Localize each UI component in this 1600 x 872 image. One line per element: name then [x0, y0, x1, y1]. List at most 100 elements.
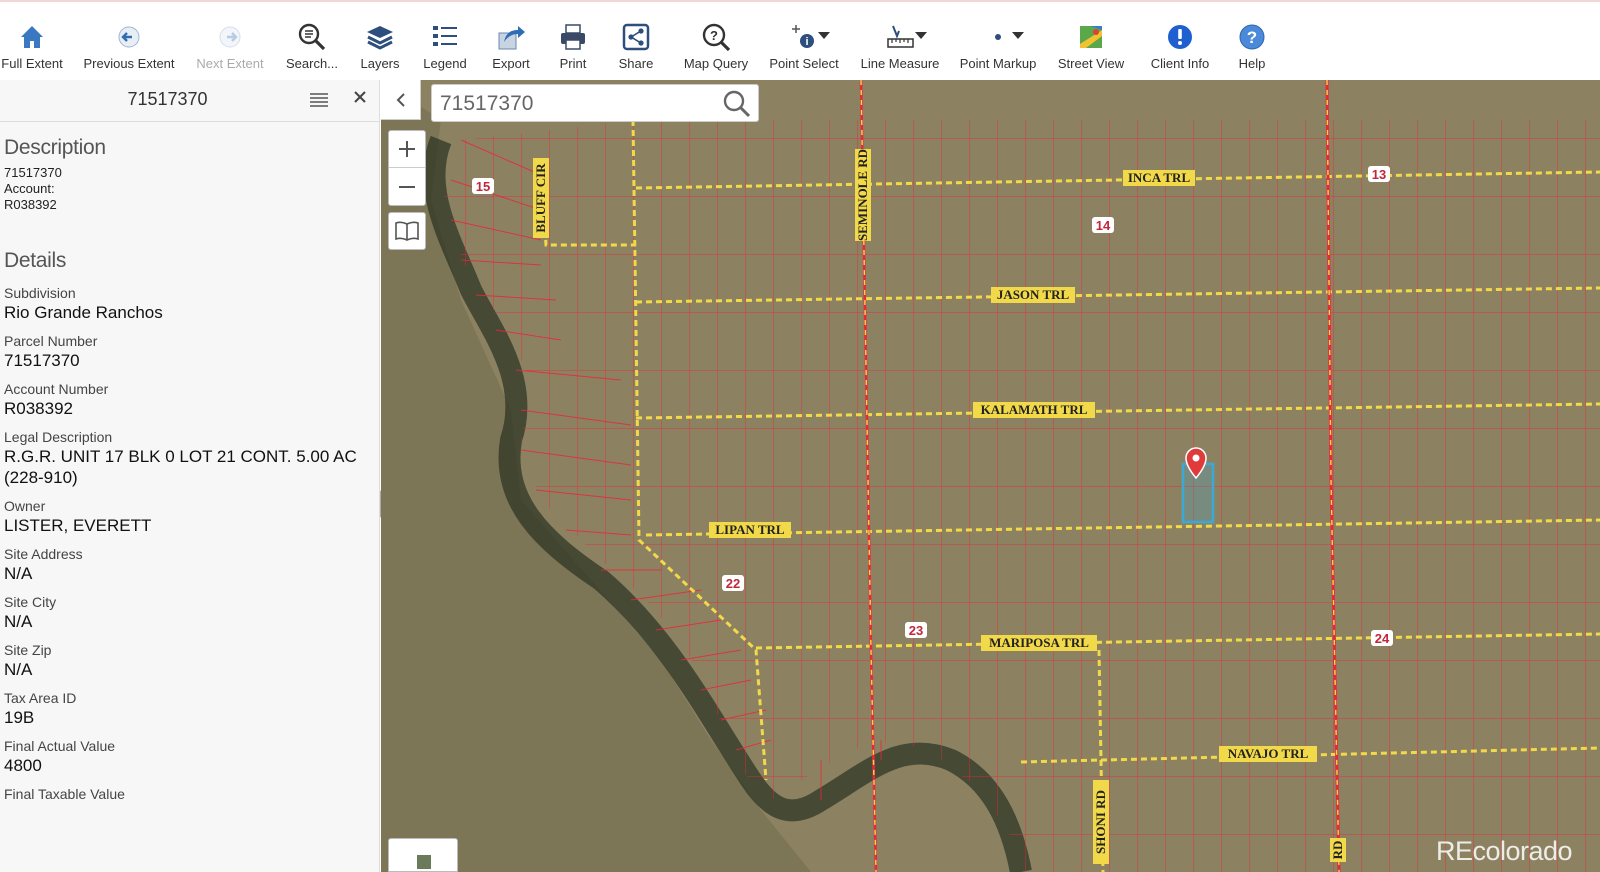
panel-header: 71517370	[0, 80, 379, 122]
field-site-address: Site Address N/A	[4, 546, 379, 584]
svg-text:?: ?	[710, 28, 718, 43]
description-line: R038392	[4, 197, 57, 212]
section-24: 24	[1375, 631, 1390, 646]
search-button[interactable]: Search...	[282, 20, 342, 76]
field-account-number: Account Number R038392	[4, 381, 379, 419]
toolbar: Full Extent Previous Extent Next Extent …	[0, 0, 1600, 80]
layers-icon	[363, 20, 397, 54]
share-button[interactable]: Share	[616, 20, 656, 76]
full-extent-button[interactable]: Full Extent	[1, 20, 63, 76]
street-view-icon	[1074, 20, 1108, 54]
line-measure-button[interactable]: Line Measure	[858, 20, 942, 76]
street-view-button[interactable]: Street View	[1056, 20, 1126, 76]
field-label: Tax Area ID	[4, 690, 77, 706]
road-label-inca: INCA TRL	[1128, 170, 1191, 185]
point-markup-dropdown-icon[interactable]	[1012, 32, 1024, 39]
basemap-toggle-button[interactable]	[388, 838, 458, 872]
svg-text:i: i	[805, 36, 808, 48]
road-label-mariposa: MARIPOSA TRL	[989, 635, 1089, 650]
book-icon	[395, 221, 419, 241]
layers-button[interactable]: Layers	[356, 20, 404, 76]
field-value: N/A	[4, 612, 33, 631]
road-label-seminole: SEMINOLE RD	[855, 149, 870, 241]
map-search-box	[431, 84, 759, 122]
field-site-city: Site City N/A	[4, 594, 379, 632]
panel-body: Description 71517370 Account: R038392 De…	[0, 136, 379, 802]
previous-extent-button[interactable]: Previous Extent	[82, 20, 176, 76]
field-label: Site City	[4, 594, 57, 610]
road-label-navajo: NAVAJO TRL	[1228, 746, 1309, 761]
collapse-panel-button[interactable]	[381, 80, 421, 120]
search-icon[interactable]	[722, 89, 752, 119]
query-magnifier-icon: ?	[699, 20, 733, 54]
field-label: Legal Description	[4, 429, 113, 445]
line-measure-dropdown-icon[interactable]	[915, 32, 927, 39]
section-13: 13	[1372, 167, 1386, 182]
chevron-left-icon	[396, 92, 405, 107]
export-icon	[494, 20, 528, 54]
field-value: R038392	[4, 399, 74, 418]
map-canvas[interactable]: INCA TRL JASON TRL KALAMATH TRL LIPAN TR…	[381, 80, 1600, 872]
field-subdivision: Subdivision Rio Grande Ranchos	[4, 285, 379, 323]
field-label: Subdivision	[4, 285, 76, 301]
description-heading: Description	[4, 136, 106, 159]
description-line: 71517370	[4, 165, 62, 180]
field-site-zip: Site Zip N/A	[4, 642, 379, 680]
menu-icon[interactable]	[309, 91, 329, 109]
info-circle-icon	[1163, 20, 1197, 54]
print-icon	[556, 20, 590, 54]
section-22: 22	[726, 576, 740, 591]
field-value: 71517370	[4, 351, 80, 370]
search-list-icon	[295, 20, 329, 54]
point-info-icon: i	[787, 20, 821, 54]
point-select-dropdown-icon[interactable]	[818, 32, 830, 39]
point-markup-button[interactable]: Point Markup	[958, 20, 1038, 76]
zoom-in-button[interactable]	[389, 131, 425, 168]
section-15: 15	[476, 179, 490, 194]
minus-icon	[399, 185, 415, 188]
help-circle-icon: ?	[1235, 20, 1269, 54]
arrow-right-circle-icon	[213, 20, 247, 54]
field-parcel-number: Parcel Number 71517370	[4, 333, 379, 371]
road-label-lipan: LIPAN TRL	[715, 522, 785, 537]
map-search-input[interactable]	[440, 89, 710, 119]
zoom-control	[388, 130, 426, 206]
field-value: 19B	[4, 708, 35, 727]
print-button[interactable]: Print	[554, 20, 592, 76]
help-button[interactable]: ? Help	[1232, 20, 1272, 76]
map-query-button[interactable]: ? Map Query	[680, 20, 752, 76]
section-14: 14	[1096, 218, 1111, 233]
details-heading: Details	[4, 249, 67, 272]
field-label: Site Zip	[4, 642, 52, 658]
next-extent-button[interactable]: Next Extent	[194, 20, 266, 76]
field-owner: Owner LISTER, EVERETT	[4, 498, 379, 536]
road-label-bluff: BLUFF CIR	[533, 163, 548, 233]
road-label-shoni: SHONI RD	[1093, 790, 1108, 854]
client-info-button[interactable]: Client Info	[1148, 20, 1212, 76]
arrow-left-circle-icon	[112, 20, 146, 54]
section-23: 23	[909, 623, 923, 638]
zoom-out-button[interactable]	[389, 168, 425, 205]
share-icon	[619, 20, 653, 54]
field-value: R.G.R. UNIT 17 BLK 0 LOT 21 CONT. 5.00 A…	[4, 447, 357, 487]
watermark-logo: REcolorado	[1436, 836, 1573, 866]
field-label: Parcel Number	[4, 333, 98, 349]
description-line: Account:	[4, 181, 55, 196]
field-legal-description: Legal Description R.G.R. UNIT 17 BLK 0 L…	[4, 429, 379, 488]
parcel-info-panel: 71517370 Description 71517370 Account: R…	[0, 80, 380, 872]
field-label: Site Address	[4, 546, 83, 562]
legend-icon	[428, 20, 462, 54]
field-value: LISTER, EVERETT	[4, 516, 152, 535]
field-value: 4800	[4, 756, 42, 775]
field-value: Rio Grande Ranchos	[4, 303, 163, 322]
field-label: Account Number	[4, 381, 109, 397]
field-final-taxable-value: Final Taxable Value	[4, 786, 379, 802]
point-select-button[interactable]: i Point Select	[766, 20, 842, 76]
legend-button[interactable]: Legend	[420, 20, 470, 76]
bookmarks-button[interactable]	[388, 212, 426, 250]
field-value: N/A	[4, 564, 33, 583]
export-button[interactable]: Export	[488, 20, 534, 76]
field-label: Owner	[4, 498, 46, 514]
field-label: Final Taxable Value	[4, 786, 125, 802]
close-icon[interactable]	[350, 88, 370, 110]
